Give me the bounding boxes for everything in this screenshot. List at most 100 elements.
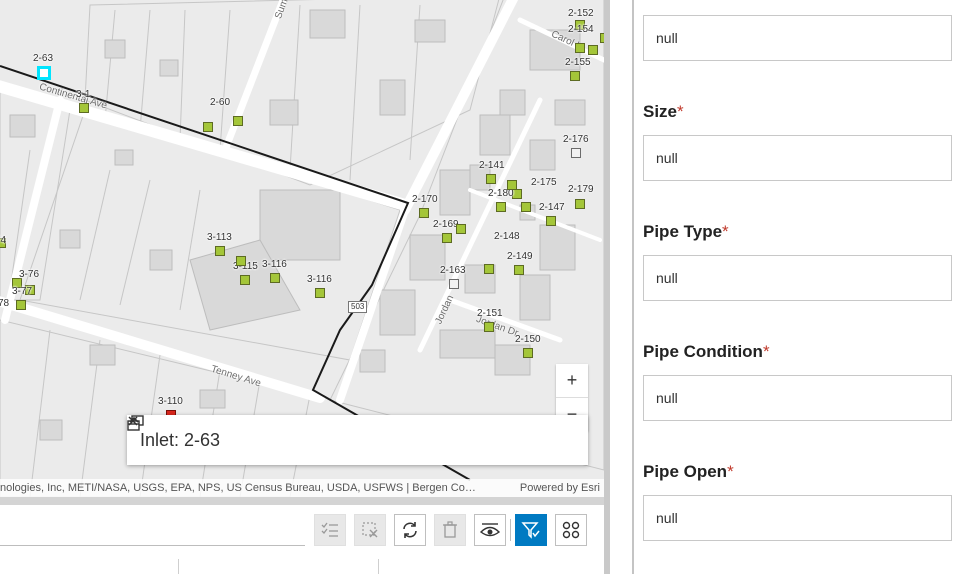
refresh-icon [403, 522, 417, 538]
popup-dock-button[interactable] [127, 415, 497, 459]
required-marker: * [677, 102, 684, 121]
field-label: Pipe Type* [643, 222, 729, 242]
inlet-label: 2-149 [507, 251, 533, 262]
delete-button[interactable] [434, 514, 466, 546]
inlet-label: 2-154 [568, 24, 594, 35]
inlet-marker[interactable] [442, 233, 452, 243]
select-all-button[interactable] [314, 514, 346, 546]
form-left-border [632, 0, 634, 574]
feature-popup: Inlet: 2-63 [127, 415, 588, 465]
inlet-marker[interactable] [215, 246, 225, 256]
inlet-label: 2-63 [33, 53, 54, 64]
required-marker: * [727, 462, 734, 481]
inlet-marker[interactable] [521, 202, 531, 212]
field-label: Pipe Condition* [643, 342, 770, 362]
filter-icon [521, 522, 540, 539]
inlet-marker[interactable] [315, 288, 325, 298]
inlet-marker[interactable] [16, 300, 26, 310]
inlet-marker[interactable] [523, 348, 533, 358]
grid-icon [562, 521, 580, 539]
inlet-label: 2-152 [568, 8, 594, 19]
feature-edit-form: null Size* null Pipe Type* null Pipe Conditi… [610, 0, 970, 574]
popup-collapse-button[interactable] [129, 416, 545, 459]
inlet-marker[interactable] [484, 322, 494, 332]
inlet-marker[interactable] [484, 264, 494, 274]
map-view[interactable]: Continental Ave Tenney Ave Jordan Dr Jor… [0, 0, 604, 497]
inlet-label: 2-175 [531, 177, 557, 188]
inlet-marker[interactable] [546, 216, 556, 226]
inlet-label: 3-76 [19, 269, 40, 280]
field-input[interactable]: null [643, 375, 952, 421]
required-marker: * [722, 222, 729, 241]
popup-title: Inlet: 2-63 [140, 429, 221, 450]
inlet-marker[interactable] [514, 265, 524, 275]
table-search-input[interactable] [0, 545, 305, 546]
inlet-label: 2-155 [565, 57, 591, 68]
toolbar-separator [510, 519, 511, 541]
powered-by-esri[interactable]: Powered by Esri [520, 482, 604, 494]
inlet-marker[interactable] [236, 256, 246, 266]
eye-icon [480, 523, 500, 537]
attribution-sources: nologies, Inc, METI/NASA, USGS, EPA, NPS… [0, 482, 476, 494]
inlet-label: 2-60 [210, 97, 231, 108]
top-field-input[interactable]: null [643, 15, 952, 61]
map-attribution: nologies, Inc, METI/NASA, USGS, EPA, NPS… [0, 479, 604, 497]
inlet-label: 74 [0, 235, 7, 246]
inlet-marker-selected[interactable] [37, 66, 51, 80]
close-icon [128, 416, 138, 426]
inlet-label: 2-176 [563, 134, 589, 145]
column-header-divider[interactable] [378, 559, 379, 574]
inlet-marker[interactable] [575, 199, 585, 209]
column-header-divider[interactable] [178, 559, 179, 574]
inlet-label: 2-180 [488, 188, 514, 199]
inlet-marker[interactable] [570, 71, 580, 81]
inlet-marker[interactable] [79, 103, 89, 113]
field-label: Size* [643, 102, 684, 122]
inlet-label: 3-110 [158, 396, 183, 407]
trash-icon [443, 521, 457, 538]
inlet-label: 2-151 [477, 308, 503, 319]
field-label: Pipe Open* [643, 462, 734, 482]
inlet-marker[interactable] [449, 279, 459, 289]
inlet-marker[interactable] [575, 43, 585, 53]
map-table-splitter[interactable] [0, 497, 604, 505]
popup-close-button[interactable] [128, 416, 583, 459]
clear-selection-button[interactable] [354, 514, 386, 546]
field-input[interactable]: null [643, 495, 952, 541]
route-shield: 503 [348, 301, 368, 313]
inlet-label: 2-141 [479, 160, 505, 171]
inlet-marker[interactable] [486, 174, 496, 184]
list-check-icon [321, 522, 338, 537]
inlet-marker[interactable] [233, 116, 243, 126]
columns-button[interactable] [555, 514, 587, 546]
inlet-label: 3-1 [76, 89, 91, 100]
inlet-marker[interactable] [496, 202, 506, 212]
show-selected-button[interactable] [474, 514, 506, 546]
inlet-marker[interactable] [240, 275, 250, 285]
field-input[interactable]: null [643, 135, 952, 181]
inlet-label: 2-147 [539, 202, 565, 213]
field-input[interactable]: null [643, 255, 952, 301]
inlet-marker[interactable] [419, 208, 429, 218]
field-label-text: Pipe Type [643, 222, 723, 241]
field-label-text: Size [643, 102, 678, 121]
inlet-label: 3-116 [262, 259, 287, 270]
inlet-marker[interactable] [571, 148, 581, 158]
inlet-label: 2-179 [568, 184, 594, 195]
inlet-label: 3-116 [307, 274, 332, 285]
inlet-marker[interactable] [588, 45, 598, 55]
inlet-label: 2-169 [433, 219, 459, 230]
inlet-marker[interactable] [203, 122, 213, 132]
filter-by-extent-button[interactable] [515, 514, 547, 546]
required-marker: * [762, 342, 770, 361]
refresh-button[interactable] [394, 514, 426, 546]
inlet-marker[interactable] [456, 224, 466, 234]
attribute-table-toolbar [0, 505, 604, 574]
inlet-marker[interactable] [270, 273, 280, 283]
inlet-marker[interactable] [507, 180, 517, 190]
field-label-text: Pipe Open [643, 462, 728, 481]
inlet-label: 3-77 [12, 286, 33, 297]
zoom-in-button[interactable]: + [556, 364, 588, 397]
clear-selection-icon [362, 522, 378, 538]
inlet-label: 2-150 [515, 334, 541, 345]
